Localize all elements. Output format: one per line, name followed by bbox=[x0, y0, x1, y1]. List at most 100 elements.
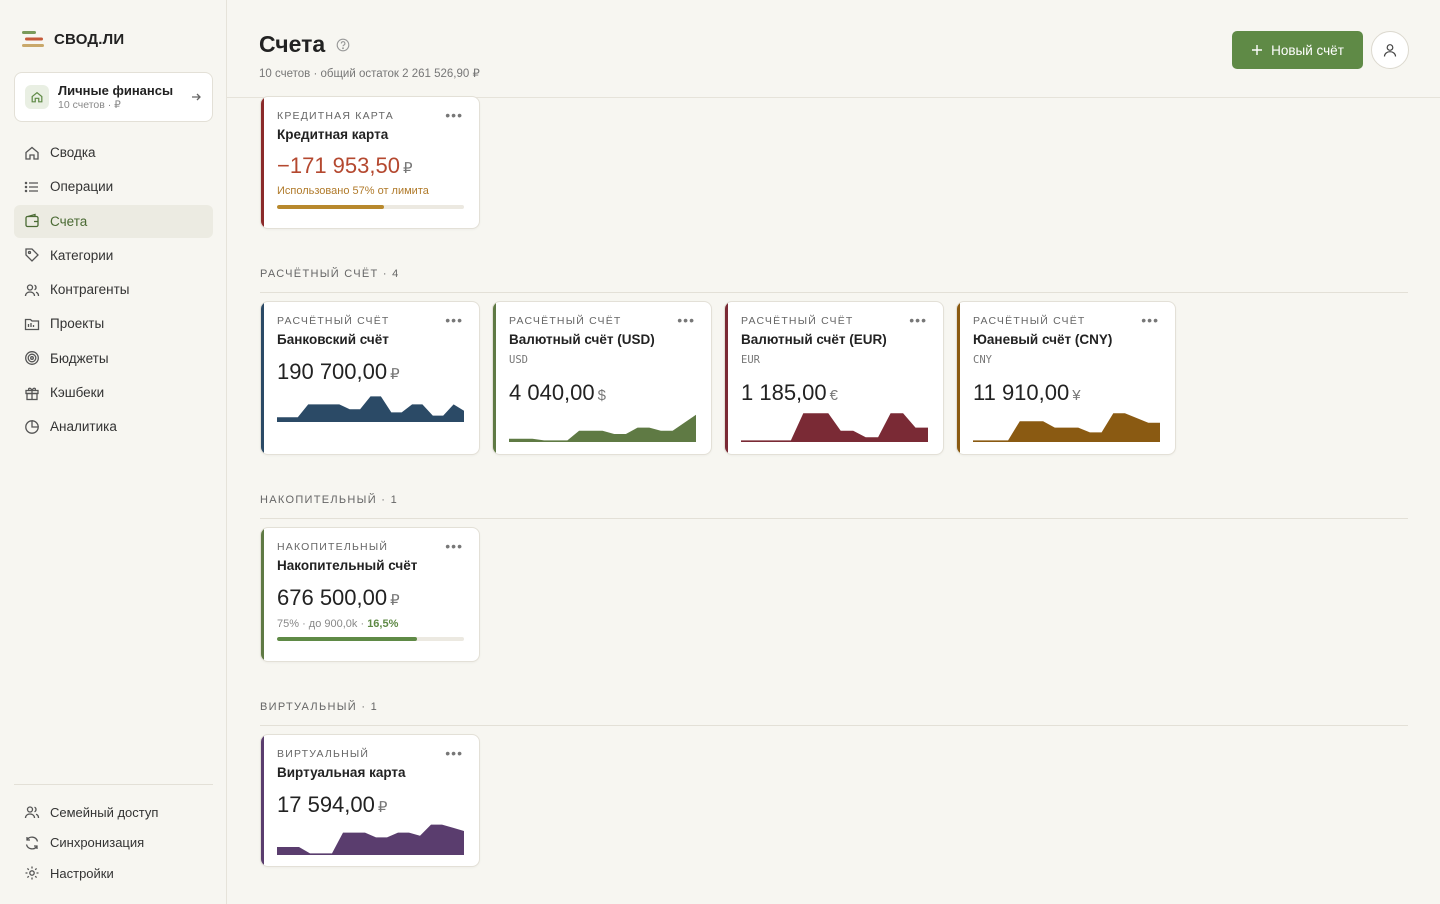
nav-item-categories[interactable]: Категории bbox=[14, 239, 213, 272]
card-name: Виртуальная карта bbox=[277, 765, 406, 780]
goal-progress-fill bbox=[277, 637, 418, 641]
nav-item-accounts[interactable]: Счета bbox=[14, 204, 213, 238]
nav-item-projects[interactable]: Проекты bbox=[14, 307, 213, 340]
more-icon[interactable]: ••• bbox=[445, 745, 463, 761]
brand[interactable]: СВОД.ЛИ bbox=[22, 30, 124, 48]
help-icon[interactable] bbox=[336, 38, 350, 52]
currency-code: USD bbox=[509, 354, 528, 366]
more-icon[interactable]: ••• bbox=[445, 538, 463, 554]
plus-icon bbox=[1252, 45, 1263, 55]
amount-value: 11 910,00 bbox=[973, 380, 1070, 405]
card-accent-stripe bbox=[261, 302, 264, 454]
more-icon[interactable]: ••• bbox=[677, 312, 695, 328]
more-icon[interactable]: ••• bbox=[445, 312, 463, 328]
nav-item-analytics[interactable]: Аналитика bbox=[14, 410, 213, 443]
nav-label: Кэшбеки bbox=[50, 385, 105, 401]
currency-symbol: ₽ bbox=[390, 366, 400, 383]
sidebar: СВОД.ЛИ Личные финансы 10 счетов · ₽ Сво… bbox=[0, 0, 227, 904]
nav-label: Аналитика bbox=[50, 419, 117, 435]
workspace-name: Личные финансы bbox=[58, 82, 174, 98]
balance-sparkline bbox=[509, 414, 696, 442]
goal-progress-bar bbox=[277, 637, 464, 641]
card-name: Валютный счёт (EUR) bbox=[741, 332, 887, 347]
nav-item-settings[interactable]: Настройки bbox=[14, 858, 213, 888]
wallet-icon bbox=[25, 213, 39, 228]
sparkline-area bbox=[741, 413, 928, 442]
account-card-eur[interactable]: РАСЧЁТНЫЙ СЧЁТ ••• Валютный счёт (EUR) E… bbox=[724, 301, 944, 455]
card-accent-stripe bbox=[261, 735, 264, 866]
currency-symbol: ₽ bbox=[377, 799, 388, 816]
amount-value: 4 040,00 bbox=[509, 380, 595, 405]
limit-progress-bar bbox=[277, 205, 464, 209]
sync-icon bbox=[25, 835, 39, 850]
currency-symbol: ¥ bbox=[1072, 387, 1081, 404]
nav-item-budgets[interactable]: Бюджеты bbox=[14, 342, 213, 375]
nav-item-operations[interactable]: Операции bbox=[14, 170, 213, 203]
card-type: РАСЧЁТНЫЙ СЧЁТ bbox=[973, 315, 1086, 327]
interest-rate: 16,5% bbox=[367, 618, 399, 630]
more-icon[interactable]: ••• bbox=[445, 107, 463, 123]
nav-item-counterparties[interactable]: Контрагенты bbox=[14, 273, 213, 306]
sparkline-area bbox=[973, 413, 1160, 442]
account-card-virtual[interactable]: ВИРТУАЛЬНЫЙ ••• Виртуальная карта 17 594… bbox=[260, 734, 480, 867]
nav-label: Контрагенты bbox=[50, 282, 130, 298]
card-amount: −171 953,50 ₽ bbox=[277, 153, 413, 179]
account-card-bank[interactable]: РАСЧЁТНЫЙ СЧЁТ ••• Банковский счёт 190 7… bbox=[260, 301, 480, 455]
card-type: РАСЧЁТНЫЙ СЧЁТ bbox=[277, 315, 390, 327]
card-accent-stripe bbox=[261, 97, 264, 228]
card-type: НАКОПИТЕЛЬНЫЙ bbox=[277, 541, 389, 553]
savings-goal-note: 75% · до 900,0k · 16,5% bbox=[277, 618, 398, 630]
account-card-savings[interactable]: НАКОПИТЕЛЬНЫЙ ••• Накопительный счёт 676… bbox=[260, 527, 480, 662]
new-account-label: Новый счёт bbox=[1271, 42, 1344, 58]
arrow-right-icon bbox=[192, 93, 201, 101]
tag-icon bbox=[25, 248, 39, 263]
sparkline-area bbox=[509, 414, 696, 442]
account-card-credit[interactable]: КРЕДИТНАЯ КАРТА ••• Кредитная карта −171… bbox=[260, 96, 480, 229]
nav-item-summary[interactable]: Сводка bbox=[14, 136, 213, 169]
currency-code: EUR bbox=[741, 354, 760, 366]
nav-label: Настройки bbox=[50, 865, 114, 881]
amount-value: 676 500,00 bbox=[277, 585, 388, 610]
secondary-nav: Семейный доступ Синхронизация Настройки bbox=[14, 797, 213, 889]
page-title: Счета bbox=[259, 31, 326, 57]
currency-symbol: ₽ bbox=[402, 160, 413, 177]
home-icon bbox=[25, 146, 39, 160]
page-subtitle: 10 счетов · общий остаток 2 261 526,90 ₽ bbox=[259, 68, 480, 80]
main-nav: Сводка Операции Счета Категории Контраге… bbox=[14, 136, 213, 445]
folder-icon bbox=[24, 318, 40, 331]
card-amount: 1 185,00 € bbox=[741, 380, 838, 406]
limit-progress-fill bbox=[277, 205, 384, 209]
amount-value: 17 594,00 bbox=[277, 792, 375, 817]
sidebar-divider bbox=[14, 784, 213, 785]
nav-item-cashbacks[interactable]: Кэшбеки bbox=[14, 376, 213, 409]
nav-item-family-access[interactable]: Семейный доступ bbox=[14, 797, 213, 827]
account-card-usd[interactable]: РАСЧЁТНЫЙ СЧЁТ ••• Валютный счёт (USD) U… bbox=[492, 301, 712, 455]
users-icon bbox=[24, 284, 40, 296]
currency-symbol: ₽ bbox=[390, 592, 400, 609]
card-accent-stripe bbox=[493, 302, 496, 454]
nav-label: Бюджеты bbox=[50, 350, 109, 366]
card-name: Накопительный счёт bbox=[277, 558, 418, 573]
logo-icon bbox=[22, 31, 44, 47]
new-account-button[interactable]: Новый счёт bbox=[1232, 31, 1363, 69]
card-amount: 17 594,00 ₽ bbox=[277, 792, 387, 818]
sparkline-area bbox=[277, 824, 464, 855]
nav-item-sync[interactable]: Синхронизация bbox=[14, 828, 213, 858]
currency-symbol: € bbox=[829, 387, 838, 404]
card-amount: 190 700,00 ₽ bbox=[277, 359, 400, 385]
section-divider bbox=[260, 725, 1408, 726]
card-amount: 11 910,00 ¥ bbox=[973, 380, 1081, 406]
workspace-switcher[interactable]: Личные финансы 10 счетов · ₽ bbox=[14, 72, 213, 122]
currency-code: CNY bbox=[973, 354, 992, 366]
user-menu-button[interactable] bbox=[1371, 31, 1409, 69]
balance-sparkline bbox=[973, 413, 1160, 442]
nav-label: Операции bbox=[50, 179, 114, 195]
card-name: Валютный счёт (USD) bbox=[509, 332, 655, 347]
account-card-cny[interactable]: РАСЧЁТНЫЙ СЧЁТ ••• Юаневый счёт (CNY) CN… bbox=[956, 301, 1176, 455]
more-icon[interactable]: ••• bbox=[909, 312, 927, 328]
balance-sparkline bbox=[741, 413, 928, 442]
amount-value: 190 700,00 bbox=[277, 359, 388, 384]
card-accent-stripe bbox=[261, 528, 264, 661]
gear-icon bbox=[25, 866, 39, 880]
more-icon[interactable]: ••• bbox=[1141, 312, 1159, 328]
